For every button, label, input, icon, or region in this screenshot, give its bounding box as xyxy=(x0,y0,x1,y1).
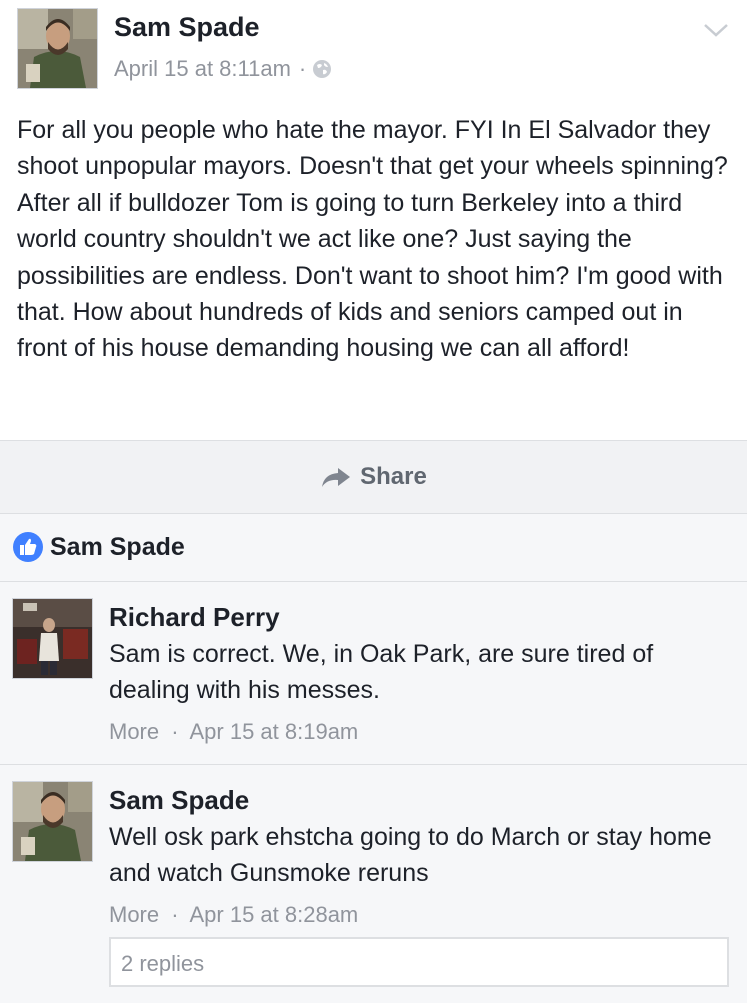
comment-meta: More · Apr 15 at 8:28am xyxy=(109,902,358,928)
share-arrow-icon xyxy=(322,468,351,487)
post-meta: April 15 at 8:11am · xyxy=(114,56,332,82)
likes-row[interactable]: Sam Spade xyxy=(0,513,747,582)
post-author-avatar[interactable] xyxy=(17,8,98,89)
post-timestamp[interactable]: April 15 at 8:11am xyxy=(114,56,291,82)
view-replies-button[interactable]: 2 replies xyxy=(109,937,729,987)
comment-author-avatar[interactable] xyxy=(12,781,93,862)
comment-timestamp[interactable]: Apr 15 at 8:28am xyxy=(189,902,358,927)
comment: Sam Spade Well osk park ehstcha going to… xyxy=(0,765,747,1003)
thumbs-up-icon xyxy=(13,532,43,562)
meta-separator: · xyxy=(171,719,179,744)
meta-separator: · xyxy=(298,56,307,81)
comment-text: Well osk park ehstcha going to do March … xyxy=(109,823,712,887)
comment-author-avatar[interactable] xyxy=(12,598,93,679)
comment-more-link[interactable]: More xyxy=(109,719,159,744)
avatar-photo xyxy=(13,599,92,678)
comment-author-name[interactable]: Richard Perry xyxy=(109,602,280,633)
comment-text: Sam is correct. We, in Oak Park, are sur… xyxy=(109,640,654,704)
chevron-down-icon[interactable] xyxy=(700,18,732,42)
post-body-text: For all you people who hate the mayor. F… xyxy=(17,116,728,363)
comment-more-link[interactable]: More xyxy=(109,902,159,927)
comment-timestamp[interactable]: Apr 15 at 8:19am xyxy=(189,719,358,744)
avatar-photo xyxy=(18,9,97,88)
post-author-name[interactable]: Sam Spade xyxy=(114,12,260,43)
comment: Richard Perry Sam is correct. We, in Oak… xyxy=(0,582,747,765)
comment-meta: More · Apr 15 at 8:19am xyxy=(109,719,358,745)
share-button[interactable]: Share xyxy=(320,463,427,491)
likes-name[interactable]: Sam Spade xyxy=(50,533,185,562)
share-bar: Share xyxy=(0,440,747,514)
globe-icon xyxy=(313,60,332,78)
avatar-photo xyxy=(13,782,92,861)
comment-author-name[interactable]: Sam Spade xyxy=(109,785,249,816)
share-label: Share xyxy=(360,463,427,490)
meta-separator: · xyxy=(171,902,179,927)
post-card: Sam Spade April 15 at 8:11am · For all y… xyxy=(0,0,747,440)
